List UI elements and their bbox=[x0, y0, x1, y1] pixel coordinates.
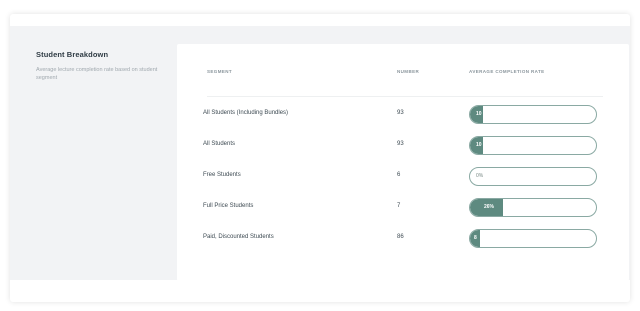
table-row: All Students (Including Bundles) 93 10 bbox=[177, 100, 629, 132]
table-row: Free Students 6 0% bbox=[177, 162, 629, 194]
completion-rate-bar: 26% bbox=[469, 198, 597, 217]
table-header: SEGMENT NUMBER AVERAGE COMPLETION RATE bbox=[177, 44, 629, 96]
completion-rate-bar: 8 bbox=[469, 229, 597, 248]
table-row: Full Price Students 7 26% bbox=[177, 193, 629, 225]
segment-name: Paid, Discounted Students bbox=[203, 234, 274, 240]
header-divider bbox=[207, 96, 603, 97]
segment-name: Full Price Students bbox=[203, 203, 254, 209]
completion-rate-bar: 0% bbox=[469, 167, 597, 186]
student-count: 93 bbox=[397, 141, 404, 147]
section-description: Average lecture completion rate based on… bbox=[36, 67, 158, 81]
completion-rate-label: 26% bbox=[484, 204, 495, 210]
segment-name: All Students (Including Bundles) bbox=[203, 110, 289, 116]
section-title: Student Breakdown bbox=[36, 50, 109, 59]
header-number: NUMBER bbox=[397, 69, 420, 74]
completion-rate-label: 10 bbox=[476, 142, 482, 148]
completion-rate-bar: 10 bbox=[469, 105, 597, 124]
student-count: 7 bbox=[397, 203, 401, 209]
completion-rate-label: 10 bbox=[476, 111, 482, 117]
card-top-strip bbox=[10, 14, 630, 26]
completion-rate-label: 0% bbox=[476, 173, 484, 179]
completion-rate-bar: 10 bbox=[469, 136, 597, 155]
header-completion-rate: AVERAGE COMPLETION RATE bbox=[469, 69, 545, 74]
segment-name: Free Students bbox=[203, 172, 241, 178]
header-segment: SEGMENT bbox=[207, 69, 233, 74]
breakdown-table: SEGMENT NUMBER AVERAGE COMPLETION RATE A… bbox=[177, 44, 629, 281]
student-count: 86 bbox=[397, 234, 404, 240]
student-count: 93 bbox=[397, 110, 404, 116]
student-breakdown-card: Student Breakdown Average lecture comple… bbox=[10, 14, 630, 302]
table-row: All Students 93 10 bbox=[177, 131, 629, 163]
section-sidebar: Student Breakdown Average lecture comple… bbox=[36, 50, 176, 82]
card-bottom-strip bbox=[10, 280, 630, 302]
table-row: Paid, Discounted Students 86 8 bbox=[177, 224, 629, 256]
student-count: 6 bbox=[397, 172, 401, 178]
segment-name: All Students bbox=[203, 141, 236, 147]
completion-rate-label: 8 bbox=[474, 235, 477, 241]
